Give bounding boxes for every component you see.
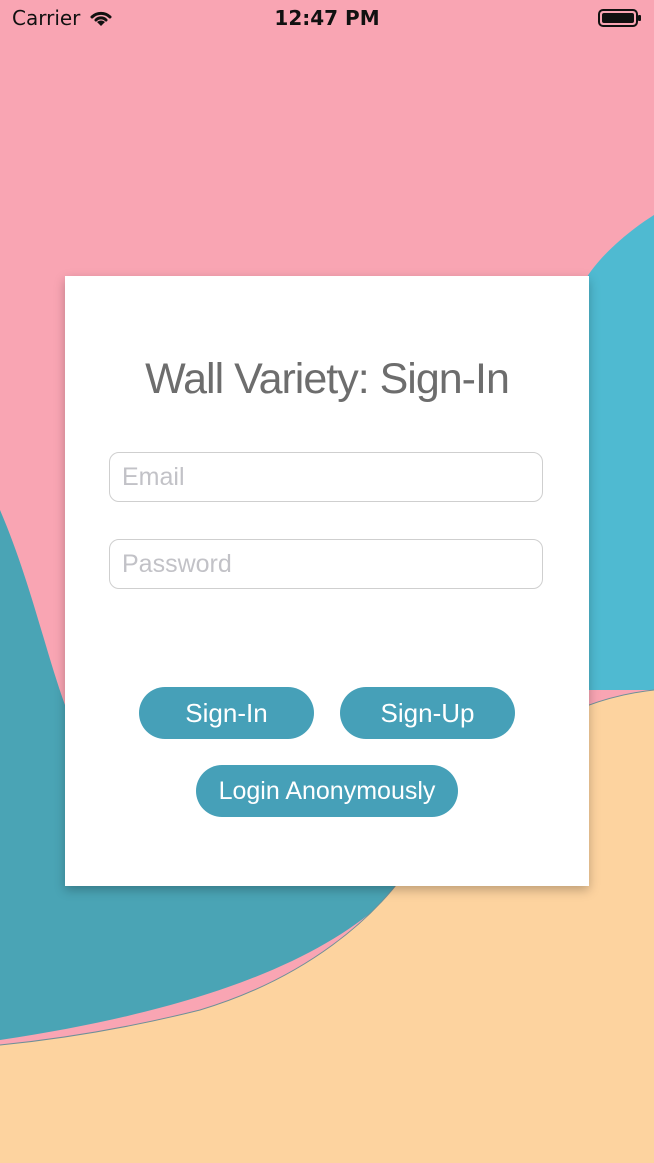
light-blue-wave xyxy=(585,215,654,690)
battery-icon xyxy=(598,9,641,27)
status-bar: Carrier 12:47 PM xyxy=(0,0,654,40)
sign-in-button[interactable]: Sign-In xyxy=(139,687,314,739)
email-field[interactable] xyxy=(109,452,543,502)
page-title: Wall Variety: Sign-In xyxy=(145,355,510,403)
login-anonymously-button[interactable]: Login Anonymously xyxy=(196,765,458,817)
status-time: 12:47 PM xyxy=(274,6,380,30)
password-field[interactable] xyxy=(109,539,543,589)
sign-up-button[interactable]: Sign-Up xyxy=(340,687,515,739)
